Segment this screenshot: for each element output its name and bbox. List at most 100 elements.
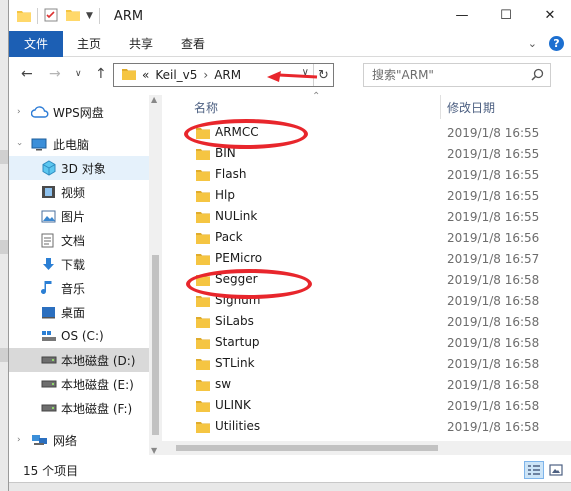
help-icon[interactable]: ? [549,36,564,51]
table-row[interactable]: STLink 2019/1/8 16:58 [162,354,562,375]
folder-icon [196,168,210,185]
nav-item-3d-objects[interactable]: 3D 对象 [9,156,149,180]
scrollbar-thumb[interactable] [176,445,438,451]
background-fragment [0,150,8,164]
file-name: Flash [215,167,247,181]
nav-item-drive-e[interactable]: 本地磁盘 (E:) [9,372,149,396]
search-box[interactable] [363,63,551,87]
folder-icon [196,336,210,353]
navigation-pane: › WPS网盘 › 此电脑 3D 对象 视频 图片 文档 下载 音乐 桌面 OS… [9,95,162,455]
nav-item-label: 3D 对象 [61,161,106,176]
scrollbar-thumb[interactable] [152,255,159,435]
folder-icon [17,10,31,22]
divider [37,8,38,24]
table-row[interactable]: sw 2019/1/8 16:58 [162,375,562,396]
nav-scrollbar[interactable]: ▲ ▼ [149,95,162,455]
search-icon[interactable] [531,68,544,84]
large-icons-view-button[interactable] [546,461,566,479]
column-header-modified[interactable]: 修改日期 [447,99,495,116]
table-row[interactable]: ULINK 2019/1/8 16:58 [162,396,562,417]
sort-ascending-icon: ⌃ [312,91,321,102]
breadcrumb-keil[interactable]: Keil_v5 [155,68,197,82]
nav-item-label: 本地磁盘 (E:) [61,377,134,392]
nav-item-drive-d[interactable]: 本地磁盘 (D:) [9,348,149,372]
background-window-edge [0,0,8,491]
file-modified-date: 2019/1/8 16:58 [447,294,540,308]
close-button[interactable]: ✕ [528,0,571,30]
music-icon [41,280,54,296]
file-name: PEMicro [215,251,263,265]
large-icons-view-icon [549,464,563,476]
table-row[interactable]: NULink 2019/1/8 16:55 [162,207,562,228]
scroll-up-icon[interactable]: ▲ [151,95,157,104]
folder-icon [196,147,210,164]
picture-icon [41,210,56,223]
expand-ribbon-icon[interactable]: ⌄ [528,37,537,50]
up-arrow-icon[interactable]: ↑ [95,66,107,82]
breadcrumb-arm[interactable]: ARM [214,68,241,82]
nav-item-videos[interactable]: 视频 [9,180,149,204]
drive-icon [41,404,57,412]
column-divider[interactable] [440,95,441,119]
nav-item-wps[interactable]: WPS网盘 [9,100,149,124]
desktop-icon [41,306,56,319]
folder-icon [196,378,210,395]
column-header-name[interactable]: 名称 [194,99,218,116]
nav-item-pictures[interactable]: 图片 [9,204,149,228]
folder-icon [196,252,210,269]
table-row[interactable]: Hlp 2019/1/8 16:55 [162,186,562,207]
folder-icon [196,399,210,416]
table-row[interactable]: Startup 2019/1/8 16:58 [162,333,562,354]
file-modified-date: 2019/1/8 16:55 [447,168,540,182]
file-modified-date: 2019/1/8 16:58 [447,378,540,392]
file-modified-date: 2019/1/8 16:58 [447,420,540,434]
table-row[interactable]: Utilities 2019/1/8 16:58 [162,417,562,438]
tab-home[interactable]: 主页 [63,31,115,57]
nav-item-desktop[interactable]: 桌面 [9,300,149,324]
drive-icon [41,380,57,388]
nav-item-os-c[interactable]: OS (C:) [9,324,149,348]
download-icon [41,257,56,272]
nav-item-downloads[interactable]: 下载 [9,252,149,276]
new-folder-icon[interactable] [66,9,80,24]
nav-item-drive-f[interactable]: 本地磁盘 (F:) [9,396,149,420]
background-fragment [0,348,8,362]
nav-item-label: 网络 [53,433,78,448]
background-fragment [0,240,8,254]
search-input[interactable] [372,68,532,82]
cloud-icon [31,106,49,118]
table-row[interactable]: PEMicro 2019/1/8 16:57 [162,249,562,270]
file-modified-date: 2019/1/8 16:58 [447,399,540,413]
recent-locations-icon[interactable]: ∨ [75,69,82,79]
divider [98,8,100,24]
minimize-button[interactable]: — [440,0,484,30]
nav-item-label: 此电脑 [53,137,90,152]
folder-icon [196,189,210,206]
maximize-button[interactable]: ☐ [484,0,528,30]
tab-view[interactable]: 查看 [167,31,219,57]
computer-icon [31,138,47,151]
forward-arrow-icon[interactable]: → [49,66,61,82]
background-window-edge [9,482,571,491]
file-modified-date: 2019/1/8 16:56 [447,231,540,245]
breadcrumb-overflow[interactable]: « [142,68,149,82]
cube-icon [41,160,57,176]
table-row[interactable]: Pack 2019/1/8 16:56 [162,228,562,249]
list-horizontal-scrollbar[interactable] [162,441,571,455]
back-arrow-icon[interactable]: ← [21,66,33,82]
nav-item-network[interactable]: 网络 [9,428,149,452]
nav-item-this-pc[interactable]: 此电脑 [9,132,149,156]
nav-item-label: 桌面 [61,305,86,320]
tab-file[interactable]: 文件 [9,30,64,57]
nav-item-documents[interactable]: 文档 [9,228,149,252]
quick-access-dropdown-icon[interactable]: ▼ [86,11,93,21]
table-row[interactable]: Flash 2019/1/8 16:55 [162,165,562,186]
details-view-button[interactable] [524,461,544,479]
nav-item-music[interactable]: 音乐 [9,276,149,300]
properties-icon[interactable] [44,8,58,25]
tab-share[interactable]: 共享 [115,31,167,57]
file-name: Startup [215,335,260,349]
table-row[interactable]: SiLabs 2019/1/8 16:58 [162,312,562,333]
scroll-down-icon[interactable]: ▼ [151,446,157,455]
breadcrumb-separator[interactable]: › [203,68,208,82]
